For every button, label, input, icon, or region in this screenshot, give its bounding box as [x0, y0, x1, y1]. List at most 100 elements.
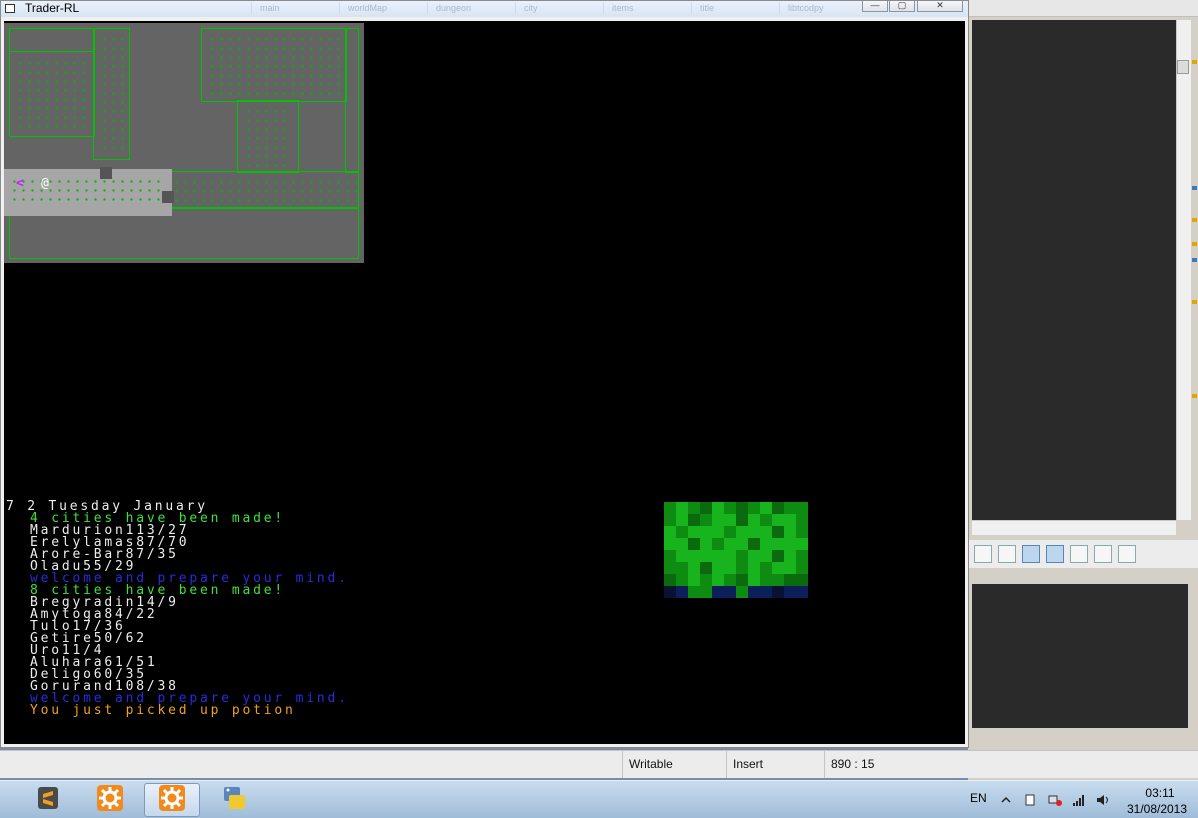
minimap-cell	[772, 514, 784, 526]
minimap-cell	[688, 562, 700, 574]
display-console-button[interactable]	[1094, 545, 1112, 563]
minimap-cell	[736, 526, 748, 538]
game-window: Trader-RL main worldMap dungeon city items ti…	[0, 0, 969, 748]
clock-date[interactable]: 31/08/2013	[1122, 802, 1192, 816]
minimap-cell	[688, 502, 700, 514]
minimap-cell	[784, 574, 796, 586]
minimap-cell	[784, 586, 796, 598]
minimap-cell	[712, 550, 724, 562]
show-console-error-button[interactable]	[1046, 545, 1064, 563]
ruler-marker[interactable]	[1192, 60, 1197, 64]
minimap-cell	[784, 550, 796, 562]
minimap-cell	[724, 574, 736, 586]
ide-status-bar: Writable Insert 890 : 15	[0, 750, 1198, 778]
python-icon	[220, 784, 248, 817]
room-floor	[100, 35, 124, 155]
show-hidden-icons-icon[interactable]	[1000, 793, 1012, 805]
ide-horizontal-scrollbar[interactable]	[972, 520, 1176, 535]
door	[162, 191, 174, 203]
network-error-icon[interactable]	[1048, 793, 1062, 806]
background-tab: title	[691, 2, 779, 14]
message-log: 7 2 Tuesday January 4 cities have been ma…	[6, 500, 349, 717]
minimap-cell	[736, 538, 748, 550]
signal-strength-icon[interactable]	[1072, 793, 1084, 806]
ruler-marker[interactable]	[1192, 300, 1197, 304]
minimap-cell	[712, 526, 724, 538]
ide-scroll-thumb[interactable]	[1177, 60, 1189, 74]
game-console[interactable]: < @ 7 2 Tuesday January 4 cities have bee…	[4, 21, 965, 744]
room-wall	[9, 28, 95, 52]
ruler-marker[interactable]	[1192, 394, 1197, 398]
pin-console-button[interactable]	[1070, 545, 1088, 563]
minimap-cell	[676, 550, 688, 562]
taskbar-app-button[interactable]	[82, 783, 138, 817]
maximize-button[interactable]: ▢	[889, 1, 915, 12]
ruler-marker[interactable]	[1192, 186, 1197, 190]
ide-top-bar	[968, 0, 1198, 17]
taskbar-app-button[interactable]	[144, 783, 200, 817]
ide-editor-pane[interactable]	[972, 20, 1176, 520]
minimap-cell	[688, 526, 700, 538]
room-floor	[208, 35, 340, 95]
room-wall	[345, 28, 359, 173]
minimap-cell	[760, 562, 772, 574]
minimap-cell	[676, 538, 688, 550]
minimap-cell	[664, 502, 676, 514]
minimap-cell	[736, 586, 748, 598]
background-tabs: main worldMap dungeon city items title libtcod…	[251, 2, 867, 14]
ide-console-toolbar	[968, 540, 1198, 568]
corridor-floor	[10, 177, 166, 207]
minimap-cell	[760, 514, 772, 526]
taskbar-app-button[interactable]	[206, 783, 262, 817]
cursor-position-status: 890 : 15	[824, 751, 926, 778]
title-bar[interactable]: Trader-RL main worldMap dungeon city items ti…	[1, 1, 968, 17]
clear-console-button[interactable]	[974, 545, 992, 563]
minimap-cell	[748, 562, 760, 574]
minimap-cell	[784, 514, 796, 526]
minimap-cell	[712, 586, 724, 598]
minimap-cell	[712, 574, 724, 586]
language-indicator[interactable]: EN	[970, 791, 987, 805]
minimap-cell	[760, 586, 772, 598]
minimap-cell	[760, 538, 772, 550]
minimap-cell	[760, 550, 772, 562]
minimap-cell	[796, 586, 808, 598]
minimap-cell	[700, 586, 712, 598]
show-console-output-button[interactable]	[1022, 545, 1040, 563]
minimap-cell	[724, 550, 736, 562]
device-icon[interactable]	[1024, 793, 1036, 806]
minimap-cell	[796, 562, 808, 574]
minimap-cell	[724, 514, 736, 526]
close-button[interactable]: ✕	[917, 1, 963, 12]
ide-vertical-scrollbar[interactable]	[1176, 20, 1191, 520]
minimap-cell	[688, 574, 700, 586]
door	[100, 167, 112, 179]
background-tab: items	[603, 2, 691, 14]
ide-console-pane[interactable]	[972, 584, 1188, 728]
minimap-cell	[772, 562, 784, 574]
ruler-marker[interactable]	[1192, 242, 1197, 246]
open-console-button[interactable]	[1118, 545, 1136, 563]
ruler-marker[interactable]	[1192, 258, 1197, 262]
minimap-cell	[772, 550, 784, 562]
taskbar-app-button[interactable]	[20, 783, 76, 817]
minimap-cell	[688, 550, 700, 562]
minimap-cell	[700, 502, 712, 514]
world-minimap	[664, 502, 808, 598]
taskbar: EN 03:11 31/08/2013	[0, 780, 1198, 818]
minimap-cell	[760, 526, 772, 538]
gear-app-icon	[96, 784, 124, 817]
minimap-cell	[712, 538, 724, 550]
scroll-lock-button[interactable]	[998, 545, 1016, 563]
volume-icon[interactable]	[1096, 793, 1108, 805]
ruler-marker[interactable]	[1192, 218, 1197, 222]
minimap-cell	[676, 514, 688, 526]
minimap-cell	[712, 502, 724, 514]
minimap-cell	[772, 538, 784, 550]
player-glyph: @	[41, 176, 49, 191]
dungeon-map: < @	[4, 23, 364, 263]
clock-time[interactable]: 03:11	[1130, 786, 1190, 800]
minimize-button[interactable]: —	[862, 1, 888, 12]
minimap-cell	[664, 514, 676, 526]
minimap-cell	[676, 502, 688, 514]
